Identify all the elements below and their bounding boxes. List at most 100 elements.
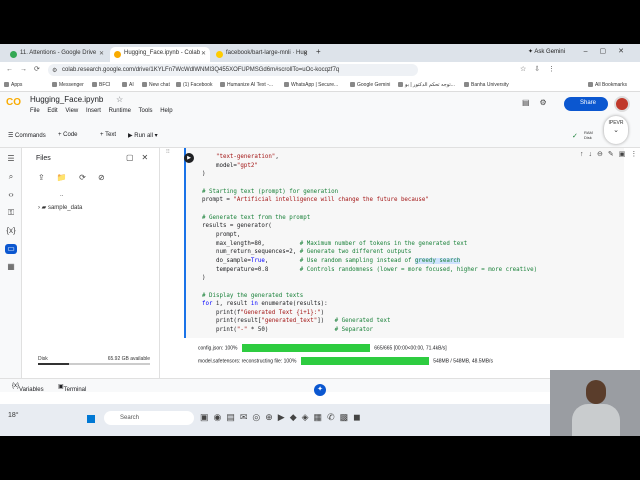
bookmark-item[interactable]: Banha University: [464, 82, 509, 88]
bookmark-item[interactable]: New chat: [142, 82, 170, 88]
output-file: config.json:: [198, 345, 224, 352]
bookmark-item[interactable]: WhatsApp | Secure...: [284, 82, 338, 88]
run-all-label: Run all: [134, 133, 153, 139]
bookmark-item[interactable]: All Bookmarks: [588, 82, 627, 88]
new-tab-icon[interactable]: +: [316, 47, 321, 56]
webcam-person-body: [572, 404, 620, 436]
folder-label: sample_data: [47, 205, 83, 211]
bookmark-item[interactable]: Messenger: [52, 82, 84, 88]
bookmark-item[interactable]: Humanize AI Text -...: [220, 82, 273, 88]
avatar[interactable]: [614, 96, 630, 112]
weather-widget[interactable]: 18°: [8, 412, 19, 419]
menu-bar: File Edit View Insert Runtime Tools Help: [30, 108, 179, 114]
menu-help[interactable]: Help: [160, 108, 172, 114]
connected-check-icon: ✓: [572, 133, 578, 140]
toc-icon[interactable]: ☰: [5, 154, 17, 164]
folder-item[interactable]: › ▰ sample_data: [38, 204, 82, 211]
secrets-icon[interactable]: ⚿: [5, 208, 17, 218]
code-editor[interactable]: "text-generation", model="gpt2") # Start…: [202, 153, 622, 335]
bookmark-item[interactable]: AI: [122, 82, 134, 88]
gemini-fab-icon[interactable]: ✦: [314, 384, 326, 396]
left-rail: ☰ ⌕ ‹› ⚿ {x} ▭ ▦: [0, 148, 22, 378]
files-icon[interactable]: ▭: [5, 244, 17, 254]
colab-icon: [114, 51, 121, 58]
code-line: model="gpt2": [202, 162, 258, 169]
code-line: print(f"Generated Text {i+1}:"): [202, 309, 325, 316]
ask-gemini-button[interactable]: ✦ Ask Gemini: [528, 48, 565, 55]
code-line: ): [202, 171, 206, 178]
bookmark-item[interactable]: (1) Facebook: [176, 82, 212, 88]
letterbox-bottom: [0, 436, 640, 480]
colab-logo[interactable]: CO: [6, 97, 21, 108]
terminal-icon[interactable]: ▦: [5, 262, 17, 272]
menu-runtime[interactable]: Runtime: [109, 108, 131, 114]
bookmark-item[interactable]: توجه تحكم الدكتور | بو...: [398, 82, 455, 88]
variables-icon[interactable]: {x}: [5, 226, 17, 236]
resource-indicator[interactable]: RAM Disk: [584, 130, 593, 140]
share-button[interactable]: Share: [564, 97, 608, 111]
nav-buttons[interactable]: ←→⟳: [6, 65, 47, 73]
run-cell-button[interactable]: ▶: [184, 153, 194, 163]
tab-colab[interactable]: Hugging_Face.ipynb - Colab ✕: [110, 47, 210, 62]
url-input[interactable]: colab.research.google.com/drive/1KYLFn7W…: [48, 64, 418, 76]
star-icon[interactable]: ☆: [116, 95, 123, 104]
code-line: # Starting text (prompt) for generation: [202, 188, 339, 195]
code-line: do_sample=True, # Use random sampling in…: [202, 257, 461, 264]
taskbar-search-input[interactable]: Search: [104, 411, 194, 425]
share-label: Share: [580, 100, 597, 106]
close-icon[interactable]: ✕: [303, 50, 308, 57]
code-cell[interactable]: ▶ ↑↓⊖✎▣⋮ "text-generation", model="gpt2"…: [184, 148, 637, 338]
code-line: print(result["generated_text"]) # Genera…: [202, 318, 391, 325]
taskbar: 18° Search ▣◉▤✉◎⊕▶◆◈▦✆▩◼: [0, 404, 640, 436]
huggingface-icon: [216, 51, 223, 58]
bookmark-item[interactable]: Apps: [4, 82, 22, 88]
code-line: # Display the generated texts: [202, 292, 304, 299]
panel-controls[interactable]: ▢✕: [126, 153, 156, 162]
variables-tab[interactable]: {x} Variables: [12, 383, 44, 393]
taskbar-apps[interactable]: ▣◉▤✉◎⊕▶◆◈▦✆▩◼: [200, 412, 366, 423]
progress-bar: [300, 357, 429, 365]
download-row: config.json: 100% 665/665 [00:00<00:00, …: [198, 344, 447, 352]
add-code-button[interactable]: + Code: [58, 132, 78, 138]
code-line: prompt = "Artificial intelligence will c…: [202, 197, 429, 204]
notebook-area: ⁝⁝ ▶ ↑↓⊖✎▣⋮ "text-generation", model="gp…: [160, 148, 640, 378]
header-icons[interactable]: ▤⚙: [522, 98, 557, 107]
menu-edit[interactable]: Edit: [47, 108, 57, 114]
search-icon[interactable]: ⌕: [5, 172, 17, 182]
ask-gemini-label: Ask Gemini: [534, 49, 566, 55]
output-stats: 665/665 [00:00<00:00, 71.4kB/s]: [374, 345, 447, 352]
menu-insert[interactable]: Insert: [86, 108, 101, 114]
code-line: for i, result in enumerate(results):: [202, 301, 328, 308]
terminal-tab[interactable]: ▣ Terminal: [58, 383, 86, 393]
code-snippets-icon[interactable]: ‹›: [5, 190, 17, 200]
menu-file[interactable]: File: [30, 108, 40, 114]
commands-button[interactable]: ☰ Commands: [8, 132, 46, 139]
folder-icon: ▰: [41, 205, 47, 211]
code-line: results = generator(: [202, 223, 272, 230]
close-icon[interactable]: ✕: [99, 50, 104, 57]
bookmark-item[interactable]: Google Gemini: [350, 82, 390, 88]
file-item[interactable]: ..: [60, 192, 63, 198]
floating-assistant-button[interactable]: IPEVR ⌄: [604, 116, 628, 144]
notebook-title[interactable]: Hugging_Face.ipynb: [30, 95, 103, 104]
windows-start-icon[interactable]: [86, 414, 96, 424]
menu-view[interactable]: View: [65, 108, 78, 114]
run-all-button[interactable]: ▶ Run all ▾: [128, 132, 158, 139]
site-info-icon[interactable]: ⚙: [52, 67, 57, 74]
tab-google-drive[interactable]: 11. Attentions - Google Drive ✕: [6, 47, 108, 62]
disk-label: Disk: [584, 135, 592, 140]
window-controls[interactable]: –▢✕: [584, 47, 636, 55]
disk-usage-fill: [38, 363, 70, 365]
file-actions[interactable]: ⇪ 📁 ⟳ ⊘: [38, 173, 110, 182]
tab-huggingface[interactable]: facebook/bart-large-mnli · Hug ✕: [212, 47, 312, 62]
browser-actions[interactable]: ☆⇩⋮: [520, 65, 563, 73]
add-text-button[interactable]: + Text: [100, 132, 116, 138]
tab-label: facebook/bart-large-mnli · Hug: [226, 50, 308, 56]
files-title: Files: [36, 155, 51, 162]
menu-tools[interactable]: Tools: [139, 108, 153, 114]
bookmark-item[interactable]: BFCI: [92, 82, 110, 88]
close-icon[interactable]: ✕: [201, 50, 206, 57]
